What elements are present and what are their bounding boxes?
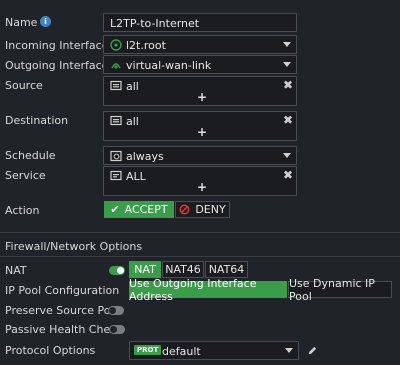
service-field[interactable]: ALL + [103,166,297,196]
preserve-source-port-toggle[interactable] [108,306,124,315]
schedule-label: Schedule [5,149,56,162]
destination-value: all [126,115,139,128]
accept-button[interactable]: ✔ ACCEPT [104,201,174,218]
accept-label: ACCEPT [124,203,168,216]
ip-pool-label: IP Pool Configuration [5,284,120,297]
toggle-knob [117,267,124,274]
name-row: Name i L2TP-to-Internet [0,12,400,32]
incoming-interface-label: Incoming Interface [5,39,109,52]
protocol-options-value: default [162,345,201,358]
protocol-options-row: Protocol Options PROT default [0,341,400,360]
destination-label: Destination [5,114,69,127]
deny-icon [179,204,190,215]
nat-toggle[interactable] [109,266,125,275]
source-add-button[interactable]: + [197,90,207,104]
protocol-options-select[interactable]: PROT default [129,341,299,360]
name-input[interactable]: L2TP-to-Internet [103,13,297,32]
outgoing-interface-row: Outgoing Interface virtual-wan-link [0,55,400,75]
nat-option-nat64[interactable]: NAT64 [205,261,248,278]
service-label: Service [5,169,46,182]
interface-icon [110,39,122,51]
address-icon [110,115,122,126]
service-icon [110,170,122,181]
chevron-down-icon [285,348,293,353]
nat-option-nat[interactable]: NAT [129,261,161,278]
protocol-options-label: Protocol Options [5,344,96,357]
passive-health-check-row: Passive Health Check [0,322,400,338]
use-outgoing-interface-label: Use Outgoing Interface Address [129,276,257,303]
destination-row: Destination all + ✖ [0,111,400,141]
prot-badge: PROT [134,345,162,355]
chevron-down-icon [283,42,291,47]
ip-pool-row: IP Pool Configuration Use Outgoing Inter… [0,277,400,303]
action-row: Action ✔ ACCEPT DENY [0,201,400,221]
service-value: ALL [126,170,146,183]
info-icon[interactable]: i [40,16,51,27]
source-label: Source [5,79,43,92]
destination-add-button[interactable]: + [197,125,207,139]
nat-option-nat46[interactable]: NAT46 [162,261,204,278]
source-row: Source all + ✖ [0,76,400,106]
name-label: Name [5,16,38,29]
service-add-button[interactable]: + [197,180,207,194]
chevron-down-icon [283,62,291,67]
incoming-interface-select[interactable]: l2t.root [103,35,297,54]
use-outgoing-interface-button[interactable]: Use Outgoing Interface Address [129,277,287,303]
address-icon [110,80,122,91]
nat-option-label: NAT46 [165,263,201,276]
deny-button[interactable]: DENY [175,201,230,218]
outgoing-interface-label: Outgoing Interface [5,59,109,72]
destination-remove-icon[interactable]: ✖ [283,113,293,127]
toggle-knob [109,307,116,314]
action-label: Action [5,204,40,217]
destination-field[interactable]: all + [103,111,297,141]
preserve-source-port-label: Preserve Source Port [5,304,120,317]
use-dynamic-ip-pool-label: Use Dynamic IP Pool [289,276,375,303]
source-value: all [126,80,139,93]
use-dynamic-ip-pool-button[interactable]: Use Dynamic IP Pool [288,277,392,303]
toggle-knob [110,326,117,333]
schedule-row: Schedule always [0,146,400,166]
checkmark-icon: ✔ [110,203,120,216]
nat-option-label: NAT64 [208,263,245,276]
outgoing-interface-value: virtual-wan-link [126,59,212,72]
sdwan-icon [111,63,121,69]
preserve-source-port-row: Preserve Source Port [0,303,400,319]
service-remove-icon[interactable]: ✖ [283,168,293,182]
passive-health-check-toggle[interactable] [109,325,125,334]
incoming-interface-value: l2t.root [126,39,166,52]
deny-label: DENY [195,203,226,216]
service-row: Service ALL + ✖ [0,166,400,196]
edit-pencil-icon[interactable] [307,345,318,356]
nat-label: NAT [5,264,27,277]
schedule-select[interactable]: always [103,146,297,165]
section-header: Firewall/Network Options [0,232,400,257]
schedule-value: always [126,150,164,163]
chevron-down-icon [283,153,291,158]
nat-option-label: NAT [134,263,156,276]
source-remove-icon[interactable]: ✖ [283,78,293,92]
incoming-interface-row: Incoming Interface l2t.root [0,35,400,55]
section-title: Firewall/Network Options [5,240,143,253]
name-value: L2TP-to-Internet [110,17,200,30]
passive-health-check-label: Passive Health Check [5,323,123,336]
outgoing-interface-select[interactable]: virtual-wan-link [103,55,297,74]
source-field[interactable]: all + [103,76,297,106]
calendar-clock-icon [110,150,122,162]
